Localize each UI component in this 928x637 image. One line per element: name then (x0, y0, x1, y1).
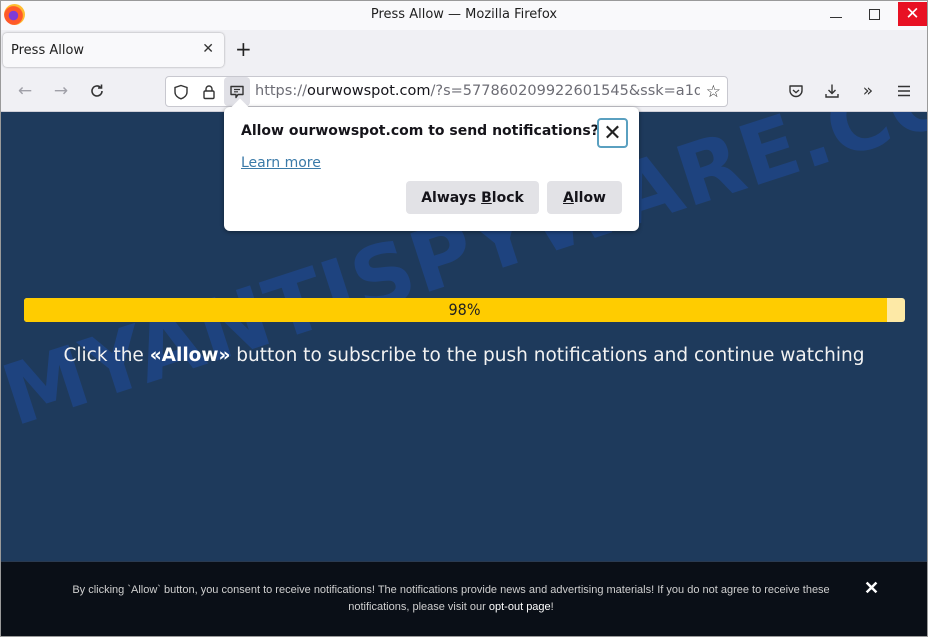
app-menu-button[interactable] (892, 80, 916, 102)
bookmark-star-icon[interactable]: ☆ (706, 82, 721, 102)
close-window-button[interactable]: ✕ (898, 2, 927, 26)
minimize-icon (830, 17, 842, 18)
notification-chat-icon (230, 85, 244, 98)
downloads-button[interactable] (820, 80, 844, 102)
window-title: Press Allow — Mozilla Firefox (370, 7, 558, 22)
url-path: /?s=577860209922601545&ssk=a1d0 (430, 83, 701, 99)
url-bar[interactable]: https://ourwowspot.com/?s=57786020992260… (165, 76, 728, 107)
allow-label-post: llow (573, 189, 606, 206)
opt-out-link[interactable]: opt-out page (489, 601, 551, 613)
url-scheme: https:// (255, 83, 307, 99)
allow-accesskey: A (563, 189, 574, 206)
new-tab-button[interactable]: + (235, 38, 252, 60)
forward-button[interactable]: → (49, 79, 73, 103)
block-label-pre: Always (421, 189, 482, 206)
consent-close-button[interactable]: ✕ (864, 578, 879, 599)
pocket-button[interactable] (784, 80, 808, 102)
overflow-menu-button[interactable]: » (856, 80, 880, 102)
title-bar: Press Allow — Mozilla Firefox ✕ (1, 1, 927, 30)
url-domain: ourwowspot.com (306, 83, 431, 99)
instruction-post: button to subscribe to the push notifica… (230, 345, 865, 366)
pocket-icon (789, 85, 803, 98)
instruction-text: Click the «Allow» button to subscribe to… (1, 345, 927, 366)
consent-suffix: ! (550, 601, 554, 613)
back-button[interactable]: ← (13, 79, 37, 103)
allow-button[interactable]: Allow (547, 181, 622, 214)
block-accesskey: B (481, 189, 492, 206)
popup-title: Allow ourwowspot.com to send notificatio… (241, 123, 599, 139)
tab-close-button[interactable]: ✕ (202, 41, 214, 57)
download-icon (825, 84, 839, 98)
consent-banner: By clicking `Allow` button, you consent … (1, 561, 927, 636)
tab-label: Press Allow (11, 42, 85, 58)
maximize-icon (868, 9, 880, 20)
consent-text: By clicking `Allow` button, you consent … (41, 582, 861, 616)
maximize-button[interactable] (859, 1, 889, 28)
site-security-button[interactable] (196, 77, 222, 106)
tab-bar: Press Allow ✕ + (1, 30, 927, 70)
tab-press-allow[interactable]: Press Allow ✕ (3, 33, 224, 67)
shield-icon (174, 84, 188, 100)
popup-close-button[interactable]: ✕ (597, 118, 628, 148)
consent-message: By clicking `Allow` button, you consent … (72, 584, 830, 613)
reload-button[interactable] (85, 79, 109, 103)
progress-label: 98% (448, 300, 481, 319)
tracking-protection-button[interactable] (168, 77, 194, 106)
reload-icon (91, 84, 103, 97)
lock-icon (203, 84, 215, 99)
learn-more-link[interactable]: Learn more (241, 155, 321, 171)
hamburger-menu-icon (898, 85, 910, 97)
navigation-toolbar: ← → https://ourwowspot.com/?s=5778602099… (1, 70, 927, 112)
browser-window: Press Allow — Mozilla Firefox ✕ Press Al… (0, 0, 928, 637)
notification-permission-popup: Allow ourwowspot.com to send notificatio… (224, 98, 639, 231)
minimize-button[interactable] (821, 1, 851, 28)
instruction-pre: Click the (63, 345, 150, 366)
block-label-post: lock (491, 189, 524, 206)
progress-bar: 98% (24, 298, 905, 322)
instruction-allow-bold: «Allow» (149, 345, 231, 366)
url-text[interactable]: https://ourwowspot.com/?s=57786020992260… (255, 83, 700, 99)
always-block-button[interactable]: Always Block (406, 181, 539, 214)
